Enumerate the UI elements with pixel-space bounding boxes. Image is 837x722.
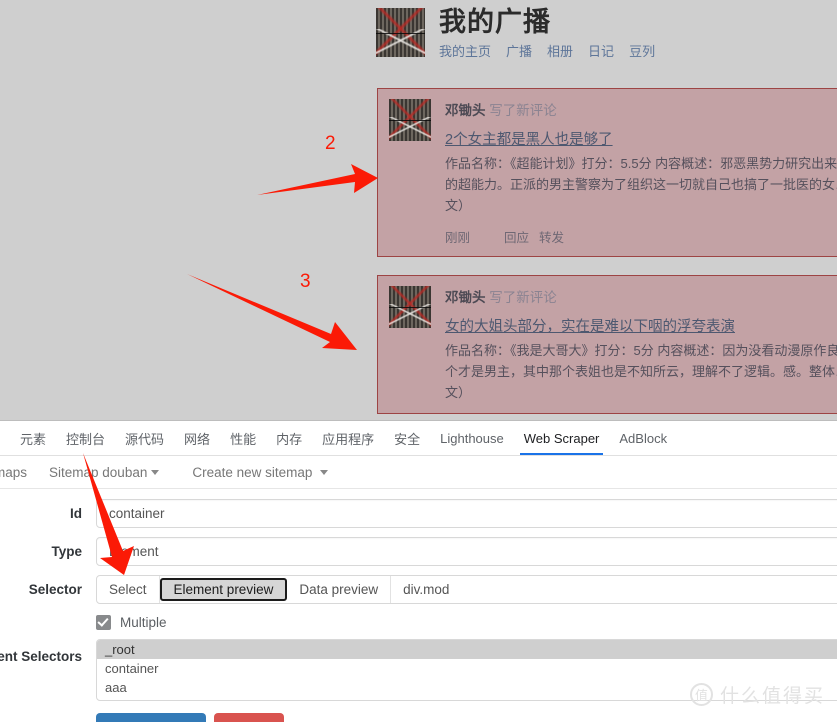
tab-console[interactable]: 控制台 bbox=[56, 421, 115, 455]
tab-adblock[interactable]: AdBlock bbox=[609, 421, 677, 455]
nav-item-diary[interactable]: 日记 bbox=[588, 41, 614, 60]
type-label: Type bbox=[51, 544, 82, 559]
id-input[interactable]: container bbox=[96, 499, 837, 528]
status-author[interactable]: 邓锄头 bbox=[445, 290, 486, 305]
save-selector-button[interactable]: Save selector bbox=[96, 713, 206, 722]
annotation-arrow-2 bbox=[257, 164, 378, 195]
multiple-spacer bbox=[0, 613, 96, 620]
id-control: container bbox=[96, 499, 837, 528]
type-select[interactable]: Element bbox=[96, 537, 837, 566]
annotation-arrow-3 bbox=[187, 274, 357, 350]
multiple-label: Multiple bbox=[120, 615, 167, 630]
status-text-body: 作品名称：《超能计划》打分：5.5分 内容概述：邪恶黑势力研究出来得短暂的超能力… bbox=[445, 156, 837, 192]
browser-page-area: 我的广播 我的主页 广播 相册 日记 豆列 邓锄头 写了新评论 2个女主都是黑人… bbox=[0, 0, 837, 420]
form-buttons: Save selector Cancel bbox=[96, 713, 837, 722]
tab-application[interactable]: 应用程序 bbox=[312, 421, 384, 455]
selector-label: Selector bbox=[28, 582, 82, 597]
toolbar-sitemap-douban[interactable]: Sitemap douban bbox=[38, 465, 170, 480]
web-scraper-toolbar: maps 1 Sitemap douban Create new sitemap bbox=[0, 456, 837, 489]
data-preview-button[interactable]: Data preview bbox=[287, 576, 392, 603]
form-row-type: Type Element bbox=[0, 537, 837, 566]
status-avatar[interactable] bbox=[389, 99, 431, 141]
tab-sources[interactable]: 源代码 bbox=[115, 421, 174, 455]
nav-item-album[interactable]: 相册 bbox=[547, 41, 573, 60]
status-avatar[interactable] bbox=[389, 286, 431, 328]
toolbar-sitemap-label: Sitemap douban bbox=[49, 464, 148, 480]
nav-item-homepage[interactable]: 我的主页 bbox=[439, 41, 491, 60]
list-item[interactable]: container bbox=[97, 659, 837, 678]
devtools-panel: 元素 控制台 源代码 网络 性能 内存 应用程序 安全 Lighthouse W… bbox=[0, 420, 837, 722]
status-author[interactable]: 邓锄头 bbox=[445, 103, 486, 118]
tab-performance[interactable]: 性能 bbox=[220, 421, 266, 455]
watermark-badge: 值 bbox=[689, 683, 713, 706]
nav-item-doulist[interactable]: 豆列 bbox=[629, 41, 655, 60]
watermark-text: 什么值得买 bbox=[719, 685, 825, 707]
status-header: 邓锄头 写了新评论 bbox=[445, 99, 837, 119]
toolbar-create-label: Create new sitemap bbox=[192, 464, 313, 480]
profile-header: 我的广播 我的主页 广播 相册 日记 豆列 bbox=[376, 8, 655, 60]
status-item: 邓锄头 写了新评论 2个女主都是黑人也是够了 作品名称：《超能计划》打分：5.5… bbox=[377, 88, 837, 257]
annotation-number-3: 3 bbox=[300, 271, 311, 292]
multiple-checkbox-row[interactable]: Multiple bbox=[96, 613, 837, 630]
annotation-number-2: 2 bbox=[325, 133, 336, 154]
tab-memory[interactable]: 内存 bbox=[266, 421, 312, 455]
tab-lighthouse[interactable]: Lighthouse bbox=[430, 421, 514, 455]
element-preview-button[interactable]: Element preview bbox=[159, 578, 288, 601]
status-item: 邓锄头 写了新评论 女的大姐头部分，实在是难以下咽的浮夸表演 作品名称：《我是大… bbox=[377, 275, 837, 414]
id-label: Id bbox=[70, 506, 82, 521]
profile-nav: 我的主页 广播 相册 日记 豆列 bbox=[439, 41, 655, 60]
selector-control: Select Element preview Data preview div.… bbox=[96, 575, 837, 604]
tab-web-scraper[interactable]: Web Scraper bbox=[514, 421, 610, 455]
profile-avatar[interactable] bbox=[376, 8, 425, 57]
status-text: 作品名称：《我是大哥大》打分：5分 内容概述：因为没看动漫原作良少年哪个才是男主… bbox=[445, 340, 837, 403]
toolbar-create-new-sitemap[interactable]: Create new sitemap bbox=[170, 465, 339, 480]
multiple-checkbox[interactable] bbox=[96, 615, 111, 630]
watermark: 值 什么值得买 bbox=[689, 681, 825, 708]
form-row-multiple: Multiple bbox=[0, 613, 837, 630]
toolbar-sitemaps[interactable]: maps bbox=[0, 465, 38, 480]
status-title-link[interactable]: 2个女主都是黑人也是够了 bbox=[445, 128, 837, 149]
status-footer-spacer bbox=[480, 227, 494, 246]
parent-selectors-label: rent Selectors bbox=[0, 649, 82, 664]
select-button[interactable]: Select bbox=[97, 576, 160, 603]
status-action: 写了新评论 bbox=[489, 103, 557, 118]
multiple-control: Multiple bbox=[96, 613, 837, 630]
chevron-down-icon bbox=[151, 470, 160, 476]
status-action: 写了新评论 bbox=[489, 290, 557, 305]
tab-elements[interactable]: 元素 bbox=[10, 421, 56, 455]
selector-input[interactable]: div.mod bbox=[391, 576, 837, 603]
nav-item-broadcast[interactable]: 广播 bbox=[506, 41, 532, 60]
page-title: 我的广播 bbox=[439, 7, 551, 37]
status-time: 刚刚 bbox=[445, 231, 471, 245]
status-body: 邓锄头 写了新评论 2个女主都是黑人也是够了 作品名称：《超能计划》打分：5.5… bbox=[445, 99, 837, 246]
status-text-body: 作品名称：《我是大哥大》打分：5分 内容概述：因为没看动漫原作良少年哪个才是男主… bbox=[445, 343, 837, 379]
status-header: 邓锄头 写了新评论 bbox=[445, 286, 837, 306]
selector-input-group: Select Element preview Data preview div.… bbox=[96, 575, 837, 604]
status-body: 邓锄头 写了新评论 女的大姐头部分，实在是难以下咽的浮夸表演 作品名称：《我是大… bbox=[445, 286, 837, 403]
status-title-link[interactable]: 女的大姐头部分，实在是难以下咽的浮夸表演 bbox=[445, 315, 837, 336]
tab-network[interactable]: 网络 bbox=[174, 421, 220, 455]
tab-security[interactable]: 安全 bbox=[384, 421, 430, 455]
form-row-id: Id container bbox=[0, 499, 837, 528]
list-item[interactable]: _root bbox=[97, 640, 837, 659]
status-footer: 刚刚 回应 转发 bbox=[445, 227, 837, 246]
form-row-selector: Selector Select Element preview Data pre… bbox=[0, 575, 837, 604]
type-control: Element bbox=[96, 537, 837, 566]
status-reply-link[interactable]: 回应 bbox=[504, 227, 529, 246]
devtools-tabbar: 元素 控制台 源代码 网络 性能 内存 应用程序 安全 Lighthouse W… bbox=[0, 421, 837, 456]
cancel-button[interactable]: Cancel bbox=[213, 713, 284, 722]
chevron-down-icon bbox=[320, 470, 329, 476]
status-text: 作品名称：《超能计划》打分：5.5分 内容概述：邪恶黑势力研究出来得短暂的超能力… bbox=[445, 153, 837, 216]
status-forward-link[interactable]: 转发 bbox=[539, 227, 564, 246]
